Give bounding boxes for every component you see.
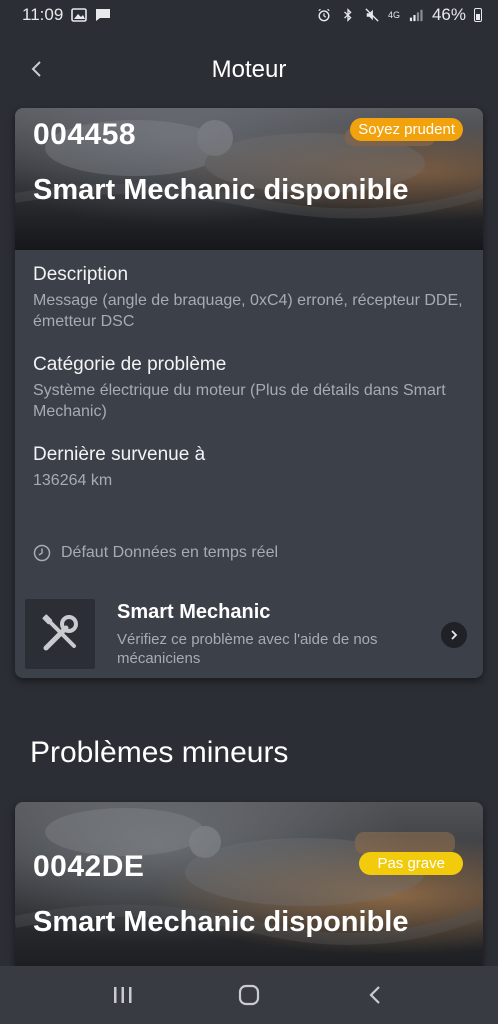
fault-code: 0042DE: [33, 850, 145, 883]
clock-icon: [33, 544, 51, 562]
recent-apps-button[interactable]: [103, 975, 143, 1015]
last-occurrence-label: Dernière survenue à: [33, 444, 206, 465]
card-title: Smart Mechanic disponible: [33, 174, 409, 206]
battery-percent: 46%: [431, 5, 466, 24]
status-left: 11:09: [22, 5, 111, 25]
fault-code: 004458: [33, 118, 137, 151]
battery-icon: [474, 8, 482, 22]
smart-mechanic-arrow[interactable]: [441, 622, 467, 648]
chevron-right-icon: [451, 630, 458, 640]
gallery-notification-icon: [71, 8, 88, 22]
system-back-button[interactable]: [355, 975, 395, 1015]
fault-card-004458[interactable]: 004458 Soyez prudent Smart Mechanic disp…: [15, 108, 483, 678]
back-arrow-icon: [369, 986, 380, 1004]
home-icon: [238, 984, 260, 1006]
description-value: Message (angle de braquage, 0xC4) erroné…: [33, 292, 463, 330]
mute-icon: [365, 8, 379, 22]
recent-apps-icon: [114, 987, 132, 1003]
engine-hero-image: 004458 Soyez prudent Smart Mechanic disp…: [15, 108, 483, 250]
fault-card-0042DE[interactable]: 0042DE Pas grave Smart Mechanic disponib…: [15, 802, 483, 972]
smart-mechanic-title: Smart Mechanic: [117, 600, 271, 623]
last-occurrence-value: 136264 km: [33, 472, 113, 489]
home-button[interactable]: [229, 975, 269, 1015]
engine-hero-image: 0042DE Pas grave Smart Mechanic disponib…: [15, 802, 483, 972]
status-time: 11:09: [22, 5, 64, 24]
live-data-row: Défaut Données en temps réel: [33, 544, 278, 562]
severity-badge: Soyez prudent: [350, 118, 463, 141]
live-data-text: Défaut Données en temps réel: [61, 544, 279, 561]
page-title: Moteur: [211, 56, 287, 83]
category-value: Système électrique du moteur (Plus de dé…: [33, 382, 446, 420]
status-bar: 11:09 4G 46%: [0, 0, 498, 30]
back-button[interactable]: [22, 54, 52, 84]
bluetooth-icon: [344, 8, 352, 22]
category-label: Catégorie de problème: [33, 354, 227, 375]
description-label: Description: [33, 264, 129, 285]
severity-badge: Pas grave: [359, 852, 463, 875]
last-occurrence-field: Dernière survenue à 136264 km: [33, 444, 473, 491]
description-field: Description Message (angle de braquage, …: [33, 264, 473, 332]
alarm-icon: [318, 8, 330, 22]
smart-mechanic-row[interactable]: Smart Mechanic Vérifiez ce problème avec…: [25, 598, 473, 670]
category-field: Catégorie de problème Système électrique…: [33, 354, 473, 422]
network-type: 4G: [387, 10, 400, 20]
card-title: Smart Mechanic disponible: [33, 906, 409, 938]
tools-icon: [42, 614, 78, 651]
screen: 11:09 4G 46% Moteur 004458 Soyez prudent…: [0, 0, 498, 1024]
engine-image-texture: [15, 808, 483, 945]
status-right: 4G 46%: [316, 5, 482, 25]
smart-mechanic-subtitle: Vérifiez ce problème avec l'aide de nos …: [117, 630, 378, 667]
message-notification-icon: [96, 9, 111, 21]
chevron-left-icon: [31, 61, 41, 77]
fault-details: Description Message (angle de braquage, …: [33, 264, 473, 513]
app-header: Moteur: [0, 30, 498, 110]
tools-icon-box: [25, 599, 95, 669]
signal-icon: [409, 9, 423, 22]
system-nav-bar: [0, 966, 498, 1024]
smart-mechanic-text: Smart Mechanic Vérifiez ce problème avec…: [117, 601, 417, 668]
minor-problems-heading: Problèmes mineurs: [30, 736, 289, 769]
